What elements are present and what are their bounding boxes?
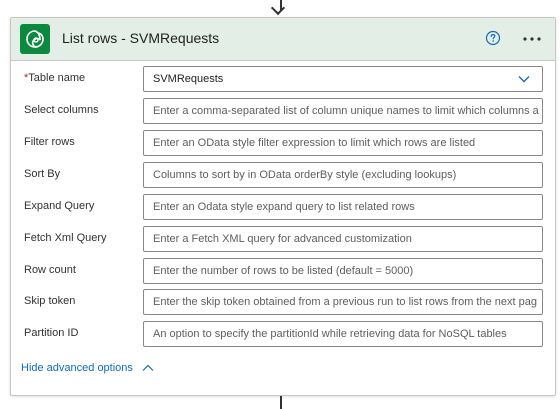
table-name-dropdown[interactable]: SVMRequests (143, 66, 543, 92)
field-row-fetch-xml-query: Fetch Xml Query Enter a Fetch XML query … (11, 226, 555, 254)
field-label: Sort By (24, 168, 61, 180)
placeholder-text: Enter the number of rows to be listed (d… (153, 265, 414, 277)
placeholder-text: Enter a Fetch XML query for advanced cus… (153, 233, 412, 245)
field-row-select-columns: Select columns Enter a comma-separated l… (11, 98, 555, 126)
chevron-up-icon (142, 364, 154, 372)
placeholder-text: An option to specify the partitionId whi… (153, 328, 507, 340)
table-name-value: SVMRequests (153, 73, 224, 85)
select-columns-input[interactable]: Enter a comma-separated list of column u… (143, 98, 543, 124)
hide-advanced-options-label: Hide advanced options (21, 362, 133, 374)
placeholder-text: Columns to sort by in OData orderBy styl… (153, 169, 457, 181)
expand-query-input[interactable]: Enter an Odata style expand query to lis… (143, 194, 543, 220)
field-row-table-name: *Table name SVMRequests (11, 66, 555, 94)
card-title: List rows - SVMRequests (62, 30, 220, 46)
arrow-down-icon (270, 0, 286, 16)
field-row-skip-token: Skip token Enter the skip token obtained… (11, 289, 555, 317)
hide-advanced-options-link[interactable]: Hide advanced options (21, 362, 154, 374)
field-row-expand-query: Expand Query Enter an Odata style expand… (11, 194, 555, 222)
filter-rows-input[interactable]: Enter an OData style filter expression t… (143, 130, 543, 156)
sort-by-input[interactable]: Columns to sort by in OData orderBy styl… (143, 162, 543, 188)
field-label: Partition ID (24, 327, 79, 339)
help-circle-icon[interactable] (485, 30, 501, 46)
placeholder-text: Enter an OData style filter expression t… (153, 137, 476, 149)
partition-id-input[interactable]: An option to specify the partitionId whi… (143, 321, 543, 347)
field-row-filter-rows: Filter rows Enter an OData style filter … (11, 130, 555, 158)
action-card: List rows - SVMRequests *Table name SVMR… (10, 17, 556, 396)
field-label: Select columns (24, 104, 99, 116)
field-label: Expand Query (24, 200, 95, 212)
field-label: *Table name (24, 72, 86, 84)
field-label: Row count (24, 264, 76, 276)
skip-token-input[interactable]: Enter the skip token obtained from a pre… (143, 289, 543, 315)
card-header[interactable]: List rows - SVMRequests (11, 18, 555, 61)
field-label: Skip token (24, 295, 76, 307)
fetch-xml-query-input[interactable]: Enter a Fetch XML query for advanced cus… (143, 226, 543, 252)
field-row-row-count: Row count Enter the number of rows to be… (11, 258, 555, 286)
field-row-sort-by: Sort By Columns to sort by in OData orde… (11, 162, 555, 190)
field-row-partition-id: Partition ID An option to specify the pa… (11, 321, 555, 349)
chevron-down-icon (518, 76, 530, 83)
dataverse-icon (20, 24, 50, 54)
more-dots-icon[interactable] (521, 29, 543, 49)
placeholder-text: Enter a comma-separated list of column u… (153, 105, 539, 117)
connector-line-bottom (280, 396, 282, 409)
placeholder-text: Enter the skip token obtained from a pre… (153, 296, 537, 308)
field-label: Filter rows (24, 136, 75, 148)
field-label: Fetch Xml Query (24, 232, 107, 244)
placeholder-text: Enter an Odata style expand query to lis… (153, 201, 415, 213)
row-count-input[interactable]: Enter the number of rows to be listed (d… (143, 258, 543, 284)
